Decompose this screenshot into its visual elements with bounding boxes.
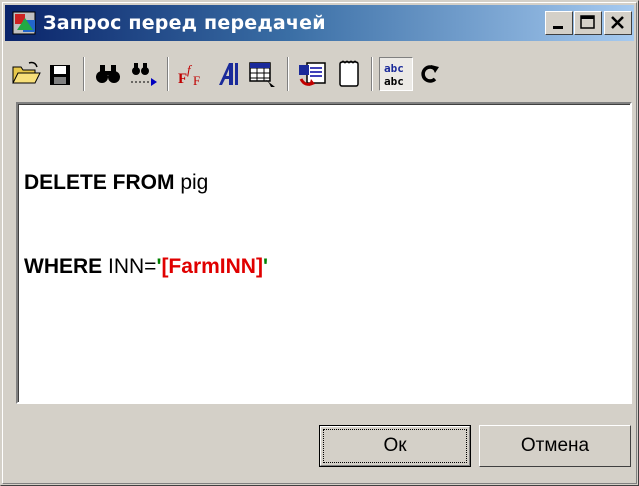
toolbar-separator	[167, 57, 169, 91]
ok-button-label: Ок	[323, 429, 467, 463]
find-next-icon	[131, 63, 157, 86]
run-query-button[interactable]	[295, 57, 329, 91]
ok-button[interactable]: Ок	[319, 425, 471, 467]
svg-text:F: F	[193, 73, 200, 88]
font-button[interactable]: F f F	[175, 57, 209, 91]
run-query-icon	[299, 62, 326, 86]
query-dialog: Запрос перед передачей F f F abc abc DEL…	[0, 0, 639, 486]
sql-text: DELETE FROM pig WHERE INN='[FarmINN]'	[24, 113, 268, 337]
spell-icon-top: abc	[384, 62, 404, 75]
sql-keyword: WHERE	[24, 255, 103, 278]
close-button[interactable]	[604, 11, 632, 35]
font-style-icon	[219, 63, 238, 85]
find-next-button[interactable]	[127, 57, 161, 91]
save-icon	[50, 65, 70, 85]
minimize-icon	[553, 26, 563, 29]
toolbar-separator	[287, 57, 289, 91]
font-style-button[interactable]	[211, 57, 245, 91]
find-button[interactable]	[91, 57, 125, 91]
redo-icon	[421, 65, 439, 83]
font-icon: F f F	[178, 62, 200, 88]
redo-button[interactable]	[413, 57, 447, 91]
maximize-button[interactable]	[574, 11, 602, 35]
sql-parameter: [FarmINN]	[161, 255, 263, 278]
minimize-button[interactable]	[545, 11, 573, 35]
svg-text:F: F	[178, 71, 187, 87]
title-bar[interactable]: Запрос перед передачей	[5, 5, 634, 41]
blank-document-icon	[339, 60, 359, 87]
sql-table-name: pig	[174, 171, 209, 194]
open-button[interactable]	[9, 57, 43, 91]
sql-quote-close: '	[262, 255, 268, 278]
spell-check-button[interactable]: abc abc	[379, 57, 413, 91]
toolbar: F f F abc abc	[5, 43, 634, 101]
sql-editor[interactable]: DELETE FROM pig WHERE INN='[FarmINN]'	[16, 102, 632, 404]
maximize-icon	[580, 15, 595, 29]
cancel-button[interactable]: Отмена	[479, 425, 631, 467]
table-button[interactable]	[245, 57, 279, 91]
find-icon	[96, 65, 120, 83]
table-icon	[249, 62, 275, 87]
sql-line-2: WHERE INN='[FarmINN]'	[24, 253, 268, 281]
spell-icon-bottom: abc	[384, 75, 404, 88]
sql-keyword: DELETE FROM	[24, 171, 175, 194]
sql-field: INN=	[102, 255, 157, 278]
sql-line-1: DELETE FROM pig	[24, 169, 268, 197]
spell-check-icon: abc abc	[384, 62, 404, 88]
close-icon	[611, 16, 624, 29]
open-icon	[12, 61, 41, 84]
save-button[interactable]	[43, 57, 77, 91]
toolbar-separator	[371, 57, 373, 91]
window-title: Запрос перед передачей	[43, 12, 326, 34]
app-icon[interactable]	[11, 10, 39, 36]
toolbar-separator	[83, 57, 85, 91]
blank-document-button[interactable]	[331, 57, 365, 91]
